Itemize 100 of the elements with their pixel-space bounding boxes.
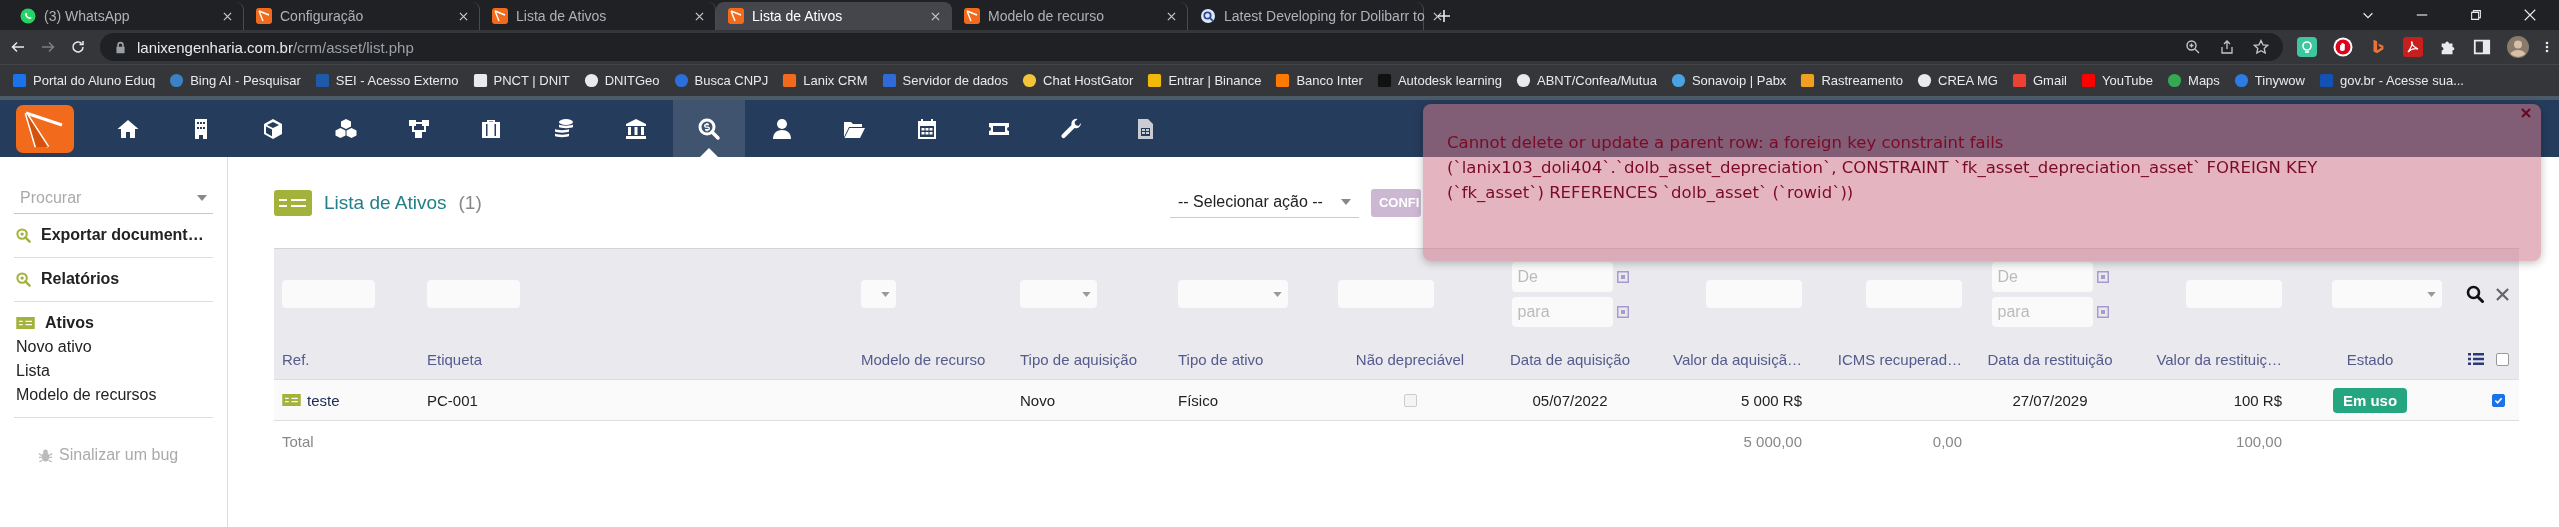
menu-tab[interactable] xyxy=(672,100,746,157)
calendar-icon xyxy=(2096,270,2109,283)
site-icon xyxy=(881,73,897,88)
calendar-icon xyxy=(1616,270,1629,283)
bookmark-link[interactable]: Autodesk learning xyxy=(1370,68,1508,93)
new-tab-icon[interactable] xyxy=(1436,8,1452,24)
bookmark-link[interactable]: Gmail xyxy=(2006,68,2073,93)
close-icon xyxy=(1166,11,1176,21)
app-logo-icon xyxy=(256,8,272,24)
bookmark-link[interactable]: Maps xyxy=(2161,68,2226,93)
site-icon xyxy=(1917,73,1933,88)
bookmark-link[interactable]: Entrar | Binance xyxy=(1141,68,1268,93)
menu-link[interactable]: Lista xyxy=(14,356,213,380)
bookmark-link[interactable]: Rastreamento xyxy=(1794,68,1910,93)
column-header[interactable]: Estado xyxy=(2346,350,2394,368)
column-header[interactable]: ICMS recuperad… xyxy=(1837,350,1962,368)
calendar-icon xyxy=(2096,305,2109,318)
magnifier-dollar-icon xyxy=(697,116,722,141)
site-icon xyxy=(1376,73,1392,88)
column-header[interactable]: Tipo de ativo xyxy=(1178,350,1264,368)
bookmark-link[interactable]: gov.br - Acesse sua... xyxy=(2312,68,2470,93)
bookmark-link[interactable]: Busca CNPJ xyxy=(667,68,775,93)
forward-icon[interactable] xyxy=(40,39,56,55)
back-icon[interactable] xyxy=(10,39,26,55)
menu-link[interactable]: Novo ativo xyxy=(14,332,213,356)
site-icon xyxy=(2233,73,2249,88)
zoom-icon[interactable] xyxy=(2185,39,2201,55)
total-label: Total xyxy=(282,432,314,450)
site-icon xyxy=(2080,73,2096,88)
checkbox[interactable] xyxy=(2496,352,2509,366)
bookmark-link[interactable]: DNITGeo xyxy=(577,68,666,93)
total-value: 100,00 xyxy=(2236,432,2282,450)
bookmark-link[interactable]: Servidor de dados xyxy=(875,68,1015,93)
app-logo[interactable] xyxy=(16,104,74,153)
checkbox[interactable] xyxy=(2492,393,2505,407)
bookmark-link[interactable]: YouTube xyxy=(2074,68,2160,93)
app-logo-icon xyxy=(964,8,980,24)
bookmark-link[interactable]: CREA MG xyxy=(1911,68,2004,93)
column-header[interactable]: Valor da aquisiçã… xyxy=(1673,350,1802,368)
lock-icon xyxy=(114,40,127,54)
browser-tab[interactable]: Lista de Ativos xyxy=(716,2,952,30)
column-header[interactable]: Ref. xyxy=(282,350,310,368)
close-icon xyxy=(222,11,232,21)
site-icon xyxy=(2012,73,2027,88)
action-select[interactable]: -- Selecionar ação -- xyxy=(1170,187,1359,218)
stop-hand-icon[interactable] xyxy=(2333,37,2353,57)
more-icon[interactable] xyxy=(2545,39,2549,55)
checkmark-icon xyxy=(2494,395,2503,405)
site-icon xyxy=(673,73,689,88)
close-icon xyxy=(694,11,704,21)
error-message: Cannot delete or update a parent row: a foreign key constraint fails (`lanix103_doli404`.`dolb_asset_depreciation`, CONSTRAINT `fk_asset_depreciation_asset` FOREIGN KEY (`fk_asset`) REFERENCES `dolb_asset` (`rowid`)) xyxy=(1447,132,2319,204)
column-header[interactable]: Data de aquisição xyxy=(1509,350,1631,368)
column-header[interactable]: Data da restituição xyxy=(1987,350,2113,368)
column-header[interactable]: Valor da restituiç… xyxy=(2156,350,2282,368)
bookmark-link[interactable]: Chat HostGator xyxy=(1016,68,1140,93)
share-icon[interactable] xyxy=(2219,39,2235,55)
table-cell: 100 R$ xyxy=(2233,391,2282,409)
total-value: 5 000,00 xyxy=(1743,432,1802,450)
restore-icon[interactable] xyxy=(2469,8,2483,22)
site-icon xyxy=(1670,73,1686,88)
search-icon[interactable] xyxy=(2466,285,2484,303)
bookmark-link[interactable]: Portal do Aluno Eduq xyxy=(6,68,162,93)
column-header[interactable]: Não depreciável xyxy=(1355,350,1465,368)
site-icon xyxy=(583,73,599,88)
bookmark-link[interactable]: ABNT/Confea/Mutua xyxy=(1509,68,1663,93)
magnifier-dollar-icon xyxy=(16,227,31,243)
bookmark-link[interactable]: SEI - Acesso Externo xyxy=(308,68,465,93)
page-title: Lista de Ativos xyxy=(324,191,447,214)
wrench-icon xyxy=(1060,116,1084,141)
bookmark-link[interactable]: PNCT | DNIT xyxy=(466,68,576,93)
pdf-icon[interactable] xyxy=(2403,37,2423,57)
menu-section-link[interactable]: Ativos xyxy=(14,314,213,332)
side-panel-icon[interactable] xyxy=(2473,38,2491,56)
menu-section-link[interactable]: Exportar document… xyxy=(14,226,213,244)
column-header[interactable]: Etiqueta xyxy=(427,350,483,368)
bookmark-link[interactable]: Banco Inter xyxy=(1269,68,1369,93)
address-bar[interactable]: lanixengenharia.com.br/crm/asset/list.php xyxy=(100,33,2283,61)
bookmark-link[interactable]: Lanix CRM xyxy=(776,68,874,93)
address-text: lanixengenharia.com.br/crm/asset/list.php xyxy=(137,38,414,56)
menu-link[interactable]: Modelo de recursos xyxy=(14,380,213,404)
site-icon xyxy=(782,73,798,88)
site-icon xyxy=(12,73,27,88)
extension-icon[interactable] xyxy=(2297,37,2317,57)
avatar-icon[interactable] xyxy=(2507,36,2529,58)
app-logo-icon xyxy=(492,8,508,24)
close-icon xyxy=(2521,108,2531,118)
total-value: 0,00 xyxy=(1932,432,1962,450)
bookmark-link[interactable]: Tinywow xyxy=(2227,68,2311,93)
status-badge: Em uso xyxy=(2332,387,2408,413)
table-cell: Físico xyxy=(1178,391,1218,409)
column-header[interactable]: Tipo de aquisição xyxy=(1020,350,1138,368)
list-icon[interactable] xyxy=(2468,352,2484,366)
bookmark-link[interactable]: Sonavoip | Pabx xyxy=(1664,68,1793,93)
bookmark-link[interactable]: Bing AI - Pesquisar xyxy=(163,68,307,93)
menu-section-link[interactable]: Relatórios xyxy=(14,270,213,288)
column-header[interactable]: Modelo de recurso xyxy=(861,350,986,368)
reload-icon[interactable] xyxy=(70,39,86,55)
star-icon[interactable] xyxy=(2253,39,2269,55)
record-link[interactable]: teste xyxy=(307,391,340,409)
site-icon xyxy=(472,73,488,88)
